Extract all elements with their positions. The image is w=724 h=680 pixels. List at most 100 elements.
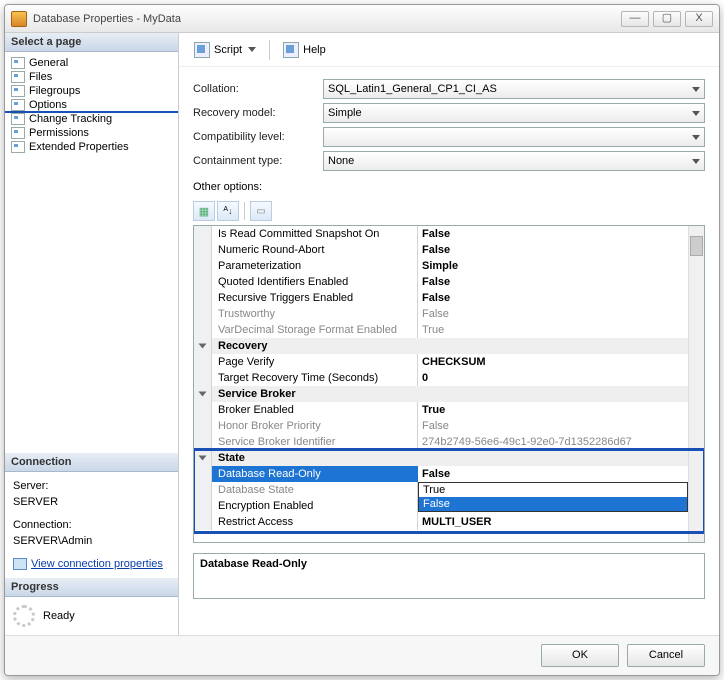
progress-spinner-icon xyxy=(13,605,35,627)
property-row[interactable]: Numeric Round-AbortFalse xyxy=(194,242,704,258)
connection-value: SERVER\Admin xyxy=(13,533,170,550)
property-value[interactable]: True xyxy=(418,322,704,338)
property-label: Database Read-Only xyxy=(212,466,418,482)
property-row[interactable]: Honor Broker PriorityFalse xyxy=(194,418,704,434)
property-label: Quoted Identifiers Enabled xyxy=(212,274,418,290)
cancel-button[interactable]: Cancel xyxy=(627,644,705,667)
collapse-icon[interactable] xyxy=(199,456,207,461)
property-value[interactable]: 274b2749-56e6-49c1-92e0-7d1352286d67 xyxy=(418,434,704,450)
property-row[interactable]: Target Recovery Time (Seconds)0 xyxy=(194,370,704,386)
categorized-button[interactable] xyxy=(193,201,215,221)
property-label: Page Verify xyxy=(212,354,418,370)
property-row[interactable]: Is Read Committed Snapshot OnFalse xyxy=(194,226,704,242)
connection-label: Connection: xyxy=(13,517,170,534)
close-button[interactable]: X xyxy=(685,11,713,27)
property-value[interactable]: False xyxy=(418,274,704,290)
property-label: Database State xyxy=(212,482,418,498)
help-button[interactable]: Help xyxy=(278,39,331,61)
containment-type-combo[interactable]: None xyxy=(323,151,705,171)
property-row[interactable]: Restrict AccessMULTI_USER xyxy=(194,514,704,530)
nav-item-change-tracking[interactable]: Change Tracking xyxy=(5,112,178,126)
property-label: Target Recovery Time (Seconds) xyxy=(212,370,418,386)
compatibility-level-label: Compatibility level: xyxy=(193,131,323,143)
page-icon xyxy=(11,113,25,125)
dropdown-option[interactable]: True xyxy=(419,483,687,497)
chevron-down-icon xyxy=(248,47,256,52)
window-title: Database Properties - MyData xyxy=(33,13,617,25)
property-value[interactable]: False xyxy=(418,242,704,258)
collapse-icon[interactable] xyxy=(199,392,207,397)
property-value[interactable]: CHECKSUM xyxy=(418,354,704,370)
property-label: Service Broker Identifier xyxy=(212,434,418,450)
property-grid: Is Read Committed Snapshot OnFalseNumeri… xyxy=(193,225,705,543)
nav-item-general[interactable]: General xyxy=(5,56,178,70)
dropdown-option[interactable]: False xyxy=(419,497,687,511)
property-row[interactable]: Quoted Identifiers EnabledFalse xyxy=(194,274,704,290)
scrollbar[interactable] xyxy=(688,226,704,542)
property-value[interactable]: False xyxy=(418,290,704,306)
database-icon xyxy=(11,11,27,27)
category-row: Recovery xyxy=(194,338,704,354)
dialog-window: Database Properties - MyData — ▢ X Selec… xyxy=(4,4,720,676)
property-value[interactable]: True xyxy=(418,402,704,418)
progress-status: Ready xyxy=(43,610,75,622)
scroll-thumb[interactable] xyxy=(690,236,703,256)
recovery-model-label: Recovery model: xyxy=(193,107,323,119)
property-label: Numeric Round-Abort xyxy=(212,242,418,258)
property-help-title: Database Read-Only xyxy=(193,553,705,599)
page-icon xyxy=(11,127,25,139)
connection-panel: Server: SERVER Connection: SERVER\Admin … xyxy=(5,472,178,579)
script-icon xyxy=(194,42,210,58)
minimize-button[interactable]: — xyxy=(621,11,649,27)
property-row[interactable]: Broker EnabledTrue xyxy=(194,402,704,418)
property-label: Broker Enabled xyxy=(212,402,418,418)
recovery-model-combo[interactable]: Simple xyxy=(323,103,705,123)
nav-item-options[interactable]: Options xyxy=(5,98,178,112)
maximize-button[interactable]: ▢ xyxy=(653,11,681,27)
left-pane: Select a page GeneralFilesFilegroupsOpti… xyxy=(5,33,179,635)
nav-item-extended-properties[interactable]: Extended Properties xyxy=(5,140,178,154)
nav-item-filegroups[interactable]: Filegroups xyxy=(5,84,178,98)
nav-item-files[interactable]: Files xyxy=(5,70,178,84)
progress-header: Progress xyxy=(5,578,178,597)
view-connection-link[interactable]: View connection properties xyxy=(31,558,163,570)
script-button[interactable]: Script xyxy=(189,39,261,61)
collation-combo[interactable]: SQL_Latin1_General_CP1_CI_AS xyxy=(323,79,705,99)
property-value[interactable]: Simple xyxy=(418,258,704,274)
compatibility-level-combo[interactable] xyxy=(323,127,705,147)
property-label: Encryption Enabled xyxy=(212,498,418,514)
property-row[interactable]: VarDecimal Storage Format EnabledTrue xyxy=(194,322,704,338)
property-value[interactable]: 0 xyxy=(418,370,704,386)
property-grid-toolbar xyxy=(193,199,705,225)
alphabetical-button[interactable] xyxy=(217,201,239,221)
nav-item-permissions[interactable]: Permissions xyxy=(5,126,178,140)
property-row[interactable]: TrustworthyFalse xyxy=(194,306,704,322)
toolbar-separator xyxy=(269,40,270,60)
form-area: Collation: SQL_Latin1_General_CP1_CI_AS … xyxy=(179,67,719,547)
category-row: Service Broker xyxy=(194,386,704,402)
property-row[interactable]: Database Read-OnlyFalse xyxy=(194,466,704,482)
property-row[interactable]: Service Broker Identifier274b2749-56e6-4… xyxy=(194,434,704,450)
property-pages-button[interactable] xyxy=(250,201,272,221)
property-label: Is Read Committed Snapshot On xyxy=(212,226,418,242)
property-label: Service Broker xyxy=(212,386,704,402)
collapse-icon[interactable] xyxy=(199,344,207,349)
right-pane: Script Help Collation: SQL_Latin1_Genera… xyxy=(179,33,719,635)
dialog-button-bar: OK Cancel xyxy=(5,635,719,675)
titlebar[interactable]: Database Properties - MyData — ▢ X xyxy=(5,5,719,33)
property-row[interactable]: Recursive Triggers EnabledFalse xyxy=(194,290,704,306)
ok-button[interactable]: OK xyxy=(541,644,619,667)
property-value[interactable]: False xyxy=(418,226,704,242)
property-label: Parameterization xyxy=(212,258,418,274)
property-value[interactable]: False xyxy=(418,306,704,322)
property-label: Trustworthy xyxy=(212,306,418,322)
property-row[interactable]: Page VerifyCHECKSUM xyxy=(194,354,704,370)
dropdown-list[interactable]: TrueFalse xyxy=(418,482,688,512)
property-value[interactable]: MULTI_USER xyxy=(418,514,704,530)
collation-label: Collation: xyxy=(193,83,323,95)
property-value[interactable]: False xyxy=(418,466,704,482)
property-row[interactable]: ParameterizationSimple xyxy=(194,258,704,274)
page-icon xyxy=(11,99,25,111)
page-icon xyxy=(11,71,25,83)
property-value[interactable]: False xyxy=(418,418,704,434)
